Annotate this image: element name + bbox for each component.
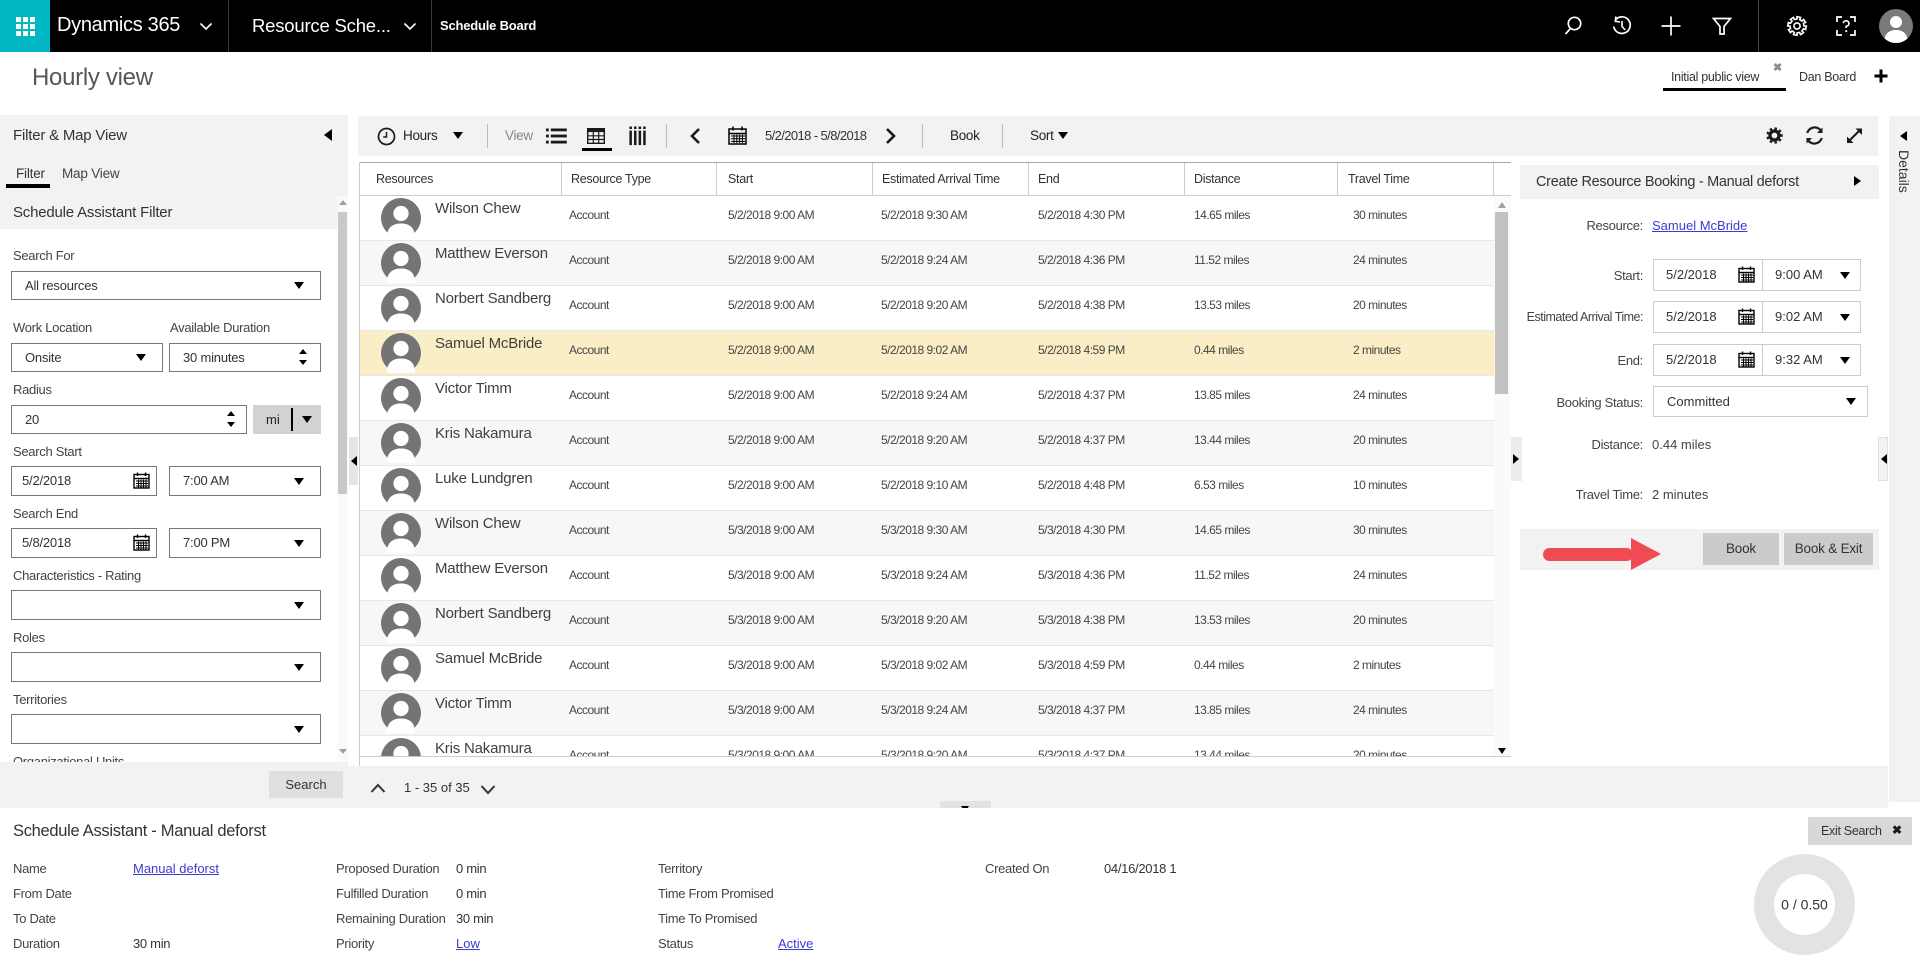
svg-text:0 / 0.50: 0 / 0.50 [1781, 897, 1828, 913]
